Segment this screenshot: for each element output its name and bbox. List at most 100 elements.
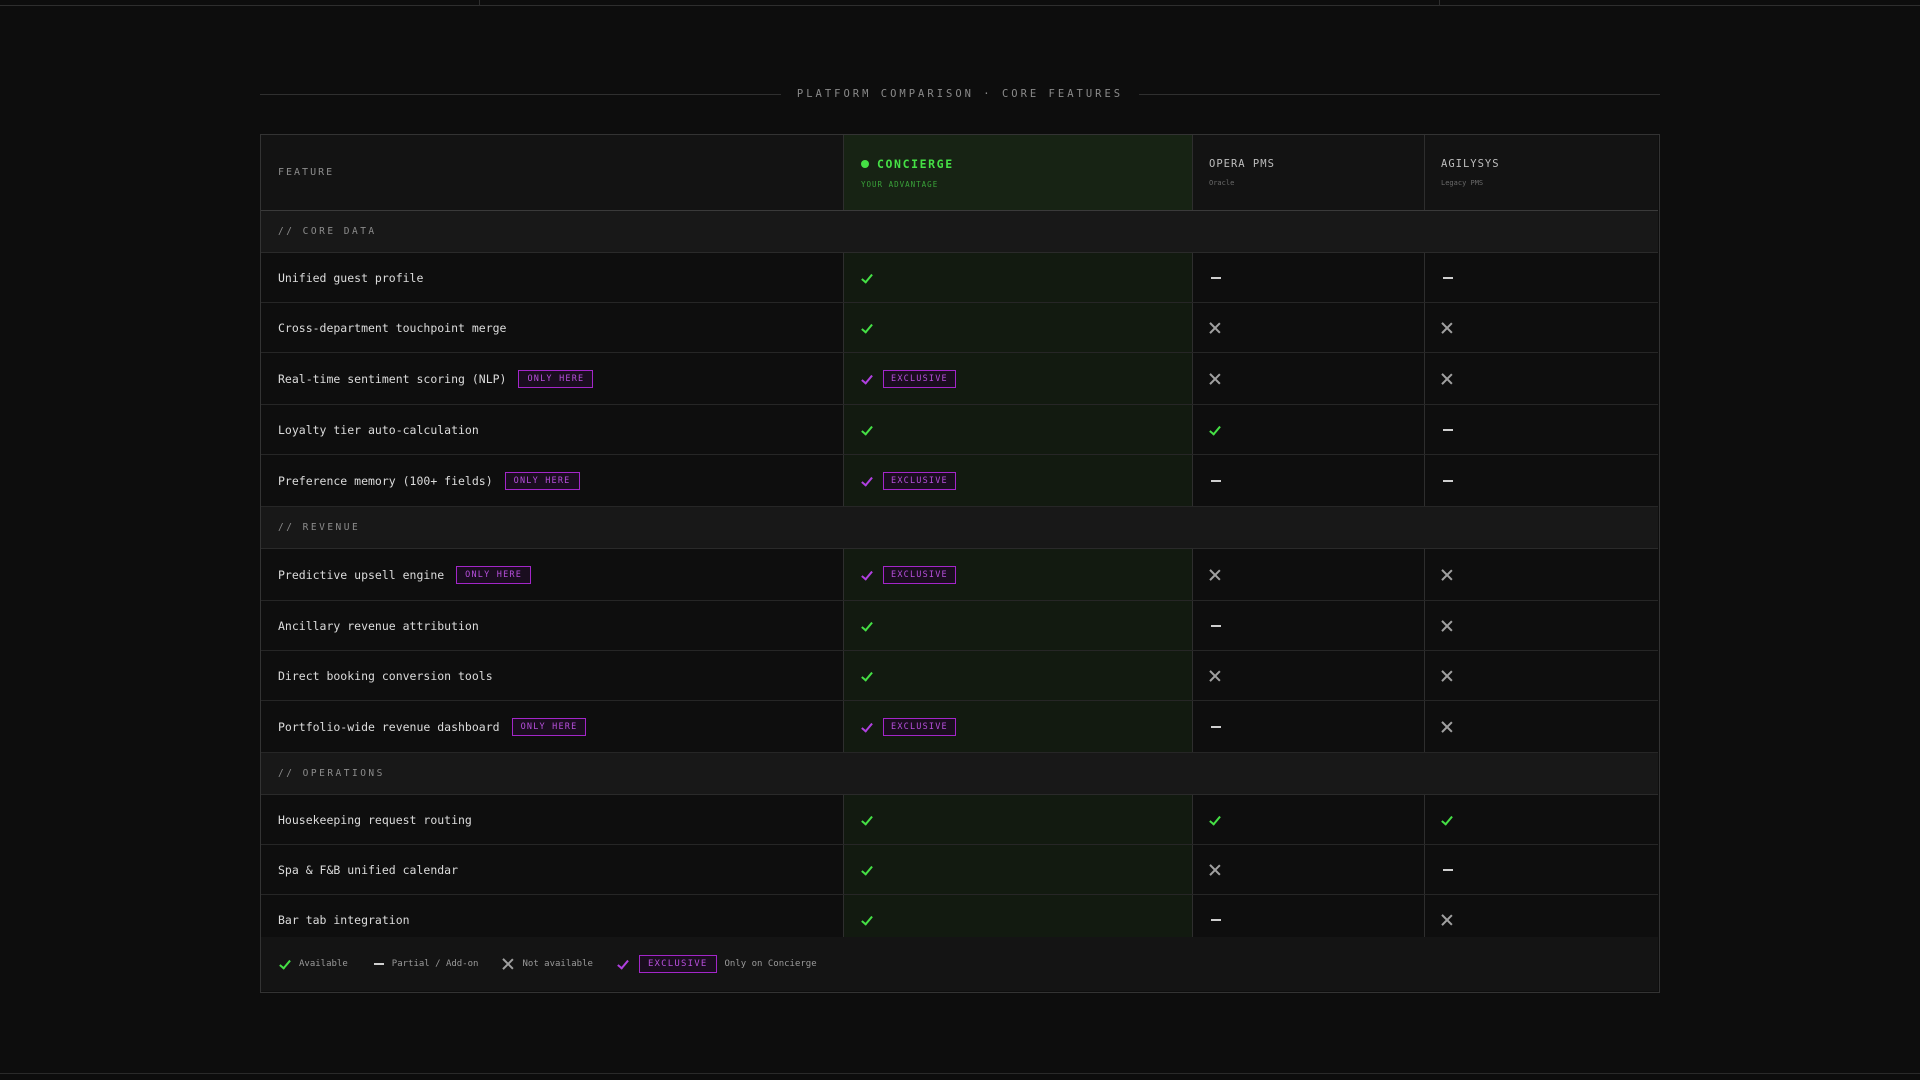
header-concierge: CONCIERGE YOUR ADVANTAGE <box>844 135 1193 210</box>
exclusive-check-icon <box>861 722 873 732</box>
agilysys-cell <box>1425 303 1658 352</box>
opera-cell <box>1193 795 1425 844</box>
legend-partial: Partial / Add-on <box>372 959 479 969</box>
feature-cell: Cross-department touchpoint merge <box>261 303 844 352</box>
legend: Available Partial / Add-on Not available… <box>261 937 1658 991</box>
dash-icon <box>1211 276 1221 279</box>
check-icon <box>1209 425 1221 435</box>
table-row: Spa & F&B unified calendar <box>261 845 1658 895</box>
feature-cell: Unified guest profile <box>261 253 844 302</box>
concierge-cell <box>844 845 1193 894</box>
cross-icon <box>502 958 514 970</box>
section-title: // OPERATIONS <box>278 768 385 779</box>
section-title: // CORE DATA <box>278 226 377 237</box>
dash-icon <box>1443 276 1453 279</box>
opera-cell <box>1193 701 1425 752</box>
table-row: Portfolio-wide revenue dashboard ONLY HER… <box>261 701 1658 753</box>
feature-name: Spa & F&B unified calendar <box>278 862 459 877</box>
dash-icon <box>1443 479 1453 482</box>
comparison-table: FEATURE CONCIERGE YOUR ADVANTAGE OPERA P… <box>260 134 1660 993</box>
feature-cell: Predictive upsell engine ONLY HERE <box>261 549 844 600</box>
opera-cell <box>1193 253 1425 302</box>
cross-icon <box>1209 322 1221 334</box>
table-row: Cross-department touchpoint merge <box>261 303 1658 353</box>
agilysys-sub: Legacy PMS <box>1441 179 1484 187</box>
table-row: Direct booking conversion tools <box>261 651 1658 701</box>
section-title: // REVENUE <box>278 522 361 533</box>
agilysys-name: AGILYSYS <box>1441 158 1500 170</box>
feature-cell: Portfolio-wide revenue dashboard ONLY HER… <box>261 701 844 752</box>
feature-cell: Ancillary revenue attribution <box>261 601 844 650</box>
header-feature-label: FEATURE <box>278 167 335 178</box>
concierge-cell <box>844 651 1193 700</box>
exclusive-marker: EXCLUSIVE <box>861 471 956 490</box>
section-header: // CORE DATA <box>261 211 1658 253</box>
cross-icon <box>1209 864 1221 876</box>
dash-icon <box>1211 479 1221 482</box>
table-row: Loyalty tier auto-calculation <box>261 405 1658 455</box>
legend-not-available: Not available <box>502 958 592 970</box>
legend-exclusive-text: Only on Concierge <box>724 959 817 969</box>
check-icon <box>861 815 873 825</box>
heading-rule-right <box>1139 93 1661 95</box>
check-icon <box>861 323 873 333</box>
table-row: Preference memory (100+ fields) ONLY HERE… <box>261 455 1658 507</box>
exclusive-badge: EXCLUSIVE <box>638 955 717 973</box>
header-feature: FEATURE <box>261 135 844 210</box>
concierge-cell: EXCLUSIVE <box>844 455 1193 506</box>
exclusive-marker: EXCLUSIVE <box>861 565 956 584</box>
agilysys-cell <box>1425 845 1658 894</box>
feature-cell: Loyalty tier auto-calculation <box>261 405 844 454</box>
header-agilysys: AGILYSYS Legacy PMS <box>1425 135 1658 210</box>
concierge-sub: YOUR ADVANTAGE <box>861 179 939 189</box>
comparison-heading: PLATFORM COMPARISON · CORE FEATURES <box>260 86 1661 102</box>
cross-icon <box>1441 373 1453 385</box>
feature-cell: Housekeeping request routing <box>261 795 844 844</box>
legend-partial-text: Partial / Add-on <box>391 959 479 969</box>
table-row: Unified guest profile <box>261 253 1658 303</box>
opera-cell <box>1193 455 1425 506</box>
check-icon <box>861 425 873 435</box>
only-here-badge: ONLY HERE <box>511 717 587 736</box>
feature-name: Housekeeping request routing <box>278 812 472 827</box>
check-icon <box>861 273 873 283</box>
only-here-badge: ONLY HERE <box>518 369 594 388</box>
opera-cell <box>1193 303 1425 352</box>
feature-name: Preference memory (100+ fields) <box>278 473 493 488</box>
top-rule-tick <box>479 0 480 6</box>
exclusive-badge: EXCLUSIVE <box>883 565 956 584</box>
agilysys-cell <box>1425 701 1658 752</box>
concierge-name: CONCIERGE <box>877 156 954 171</box>
only-here-badge: ONLY HERE <box>504 471 580 490</box>
heading-text: PLATFORM COMPARISON · CORE FEATURES <box>796 88 1124 100</box>
check-icon <box>1441 815 1453 825</box>
exclusive-marker: EXCLUSIVE <box>861 717 956 736</box>
legend-available: Available <box>279 959 348 969</box>
exclusive-badge: EXCLUSIVE <box>883 369 956 388</box>
cross-icon <box>1441 322 1453 334</box>
feature-name: Bar tab integration <box>278 912 410 927</box>
agilysys-cell <box>1425 601 1658 650</box>
legend-available-text: Available <box>299 959 348 969</box>
only-here-badge: ONLY HERE <box>456 565 532 584</box>
dash-icon <box>1211 725 1221 728</box>
concierge-cell <box>844 601 1193 650</box>
concierge-cell: EXCLUSIVE <box>844 353 1193 404</box>
feature-name: Loyalty tier auto-calculation <box>278 422 479 437</box>
exclusive-check-icon <box>861 476 873 486</box>
cross-icon <box>1441 721 1453 733</box>
opera-name: OPERA PMS <box>1209 158 1275 170</box>
cross-icon <box>1441 670 1453 682</box>
section-header: // REVENUE <box>261 507 1658 549</box>
concierge-cell <box>844 405 1193 454</box>
table-header: FEATURE CONCIERGE YOUR ADVANTAGE OPERA P… <box>261 135 1658 211</box>
cross-icon <box>1209 670 1221 682</box>
exclusive-badge: EXCLUSIVE <box>883 471 956 490</box>
legend-exclusive: EXCLUSIVE Only on Concierge <box>617 955 817 973</box>
check-icon <box>861 621 873 631</box>
heading-rule-left <box>260 93 781 95</box>
agilysys-cell <box>1425 455 1658 506</box>
feature-name: Ancillary revenue attribution <box>278 618 479 633</box>
agilysys-cell <box>1425 795 1658 844</box>
table-row: Real-time sentiment scoring (NLP) ONLY HE… <box>261 353 1658 405</box>
